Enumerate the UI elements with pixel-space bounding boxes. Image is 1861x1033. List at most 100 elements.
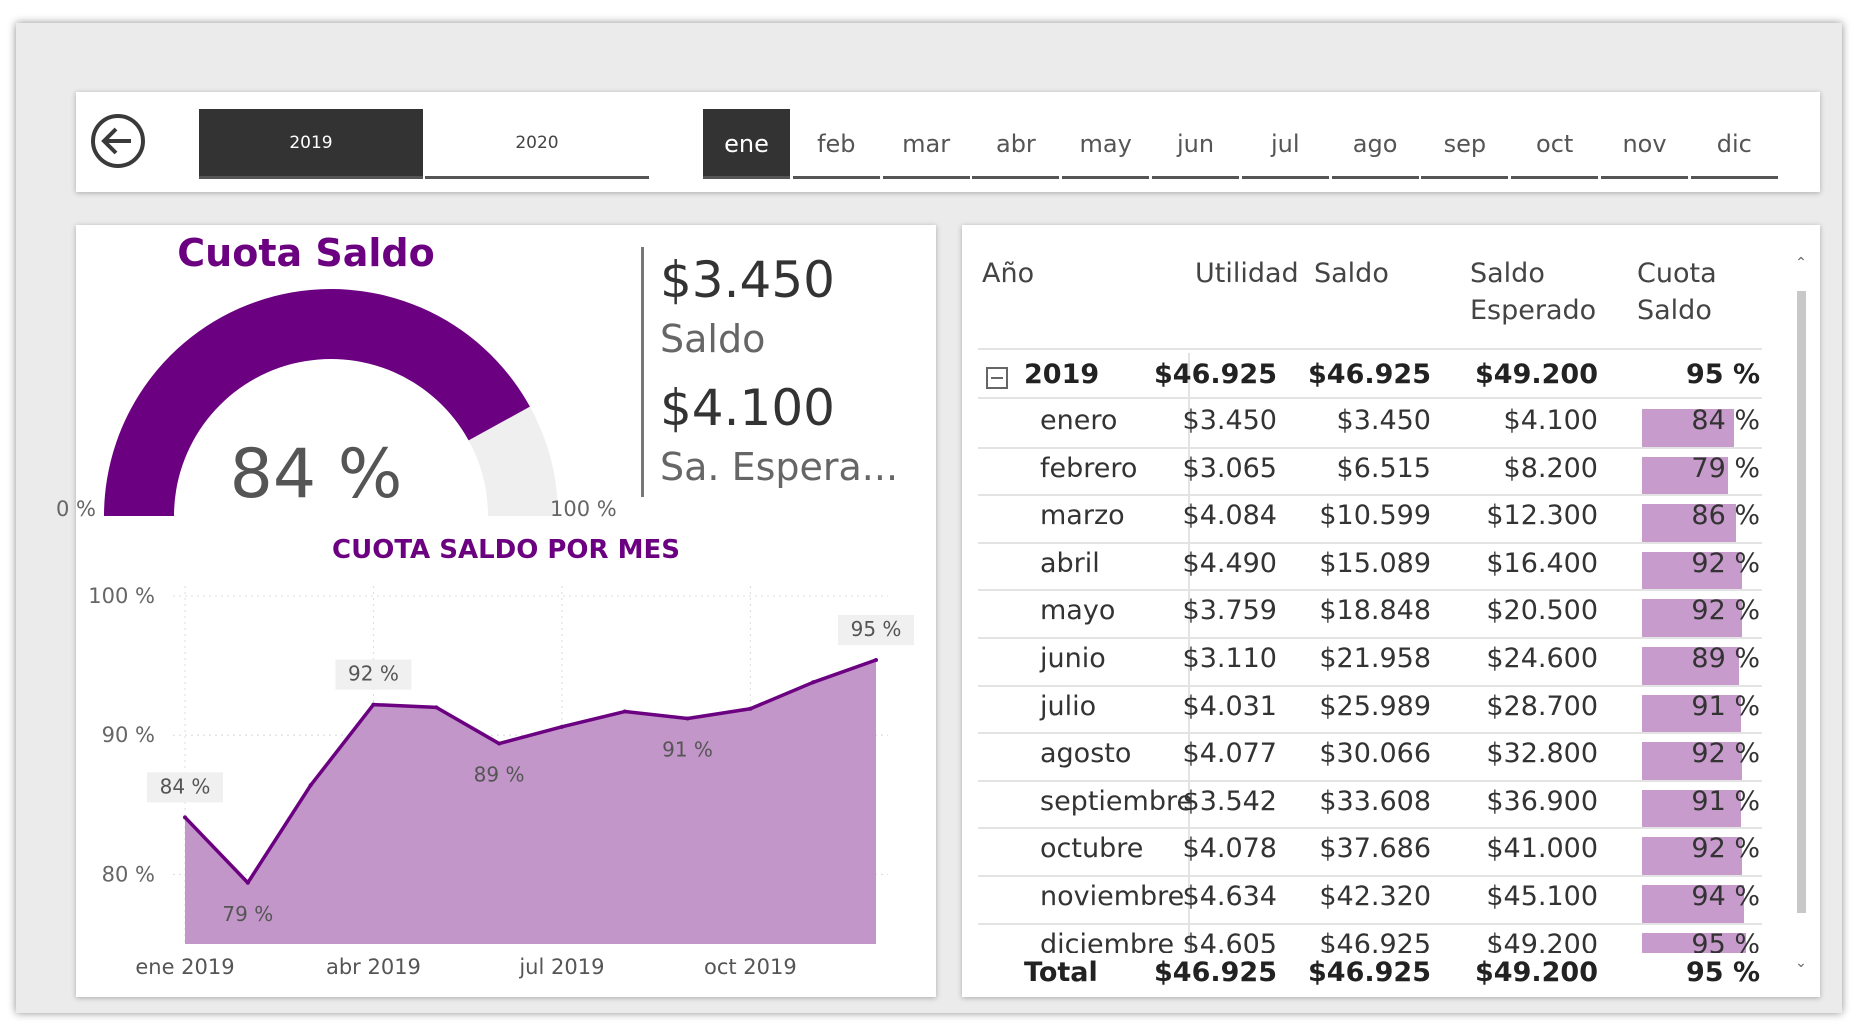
cell-saldo: $10.599	[1319, 500, 1431, 532]
data-label-3: 92 %	[348, 662, 399, 686]
scrollbar-thumb[interactable]	[1797, 291, 1806, 913]
data-point-4[interactable]	[434, 705, 439, 710]
row-label-month[interactable]: mayo	[1040, 595, 1115, 626]
data-point-1[interactable]	[245, 880, 250, 885]
data-point-11[interactable]	[874, 658, 878, 663]
chevron-down-icon[interactable]: ⌄	[1794, 955, 1808, 971]
total-cuota: 95 %	[1685, 957, 1760, 988]
row-divider	[978, 541, 1762, 544]
month-option-11[interactable]: dic	[1690, 109, 1778, 179]
data-point-8[interactable]	[685, 716, 690, 721]
group-utilidad: $46.925	[1154, 359, 1277, 390]
group-label-2019: 2019	[1024, 359, 1100, 390]
row-label-month[interactable]: noviembre	[1040, 881, 1184, 912]
row-divider	[978, 637, 1762, 639]
cell-saldo: $42.320	[1319, 881, 1431, 912]
matrix-table: Año Utilidad Saldo Saldo Esperado Cuota …	[962, 225, 1820, 997]
data-point-3[interactable]	[371, 702, 376, 707]
cell-saldo: $18.848	[1319, 595, 1431, 627]
data-point-0[interactable]	[183, 815, 187, 820]
data-point-10[interactable]	[811, 680, 816, 685]
col-header-cuota-saldo[interactable]: Cuota Saldo	[1637, 255, 1717, 329]
row-label-month[interactable]: julio	[1040, 691, 1096, 722]
cell-esperado: $12.300	[1486, 500, 1598, 532]
cell-saldo: $37.686	[1319, 833, 1431, 865]
row-label-month[interactable]: marzo	[1040, 500, 1125, 531]
month-option-1[interactable]: feb	[792, 109, 880, 179]
year-option-1[interactable]: 2020	[425, 109, 649, 179]
cell-esperado: $4.100	[1503, 405, 1598, 436]
row-divider	[978, 779, 1762, 782]
cell-esperado: $28.700	[1486, 690, 1598, 722]
cell-cuota: 92 %	[1691, 833, 1760, 865]
cell-utilidad: $4.634	[1182, 881, 1277, 912]
row-divider	[978, 589, 1762, 592]
col-header-cuota-saldo-line2: Saldo	[1637, 295, 1712, 326]
row-divider	[978, 827, 1762, 830]
cell-esperado: $36.900	[1486, 785, 1598, 817]
group-divider	[978, 397, 1762, 399]
row-label-month[interactable]: febrero	[1040, 453, 1137, 484]
row-divider	[978, 684, 1762, 687]
cell-utilidad: $3.759	[1182, 595, 1277, 627]
collapse-minus-icon[interactable]	[986, 367, 1008, 389]
cell-utilidad: $4.031	[1182, 690, 1277, 722]
row-label-month[interactable]: octubre	[1040, 833, 1143, 864]
row-label-month[interactable]: abril	[1040, 548, 1100, 579]
data-point-7[interactable]	[622, 709, 627, 714]
cell-utilidad: $3.450	[1182, 405, 1277, 436]
data-point-9[interactable]	[748, 706, 753, 711]
x-tick-label: jul 2019	[518, 955, 604, 979]
row-label-month[interactable]: enero	[1040, 405, 1117, 436]
month-option-5[interactable]: jun	[1152, 109, 1239, 179]
cell-utilidad: $4.077	[1182, 738, 1277, 770]
row-divider	[978, 922, 1762, 925]
col-header-utilidad[interactable]: Utilidad	[1195, 255, 1299, 292]
month-option-6[interactable]: jul	[1241, 109, 1329, 179]
date-slicer-bar: 2019 2020 ene feb mar abr may jun jul ago sep oct n…	[76, 92, 1820, 192]
cell-utilidad: $4.084	[1182, 500, 1277, 532]
data-label-8: 91 %	[662, 737, 713, 761]
month-option-9[interactable]: oct	[1511, 109, 1599, 179]
month-option-0[interactable]: ene	[703, 109, 790, 179]
cell-cuota: 84 %	[1691, 405, 1760, 436]
data-point-5[interactable]	[497, 741, 502, 746]
month-option-10[interactable]: nov	[1601, 109, 1688, 179]
col-header-saldo-esperado[interactable]: Saldo Esperado	[1470, 255, 1596, 329]
month-option-3[interactable]: abr	[972, 109, 1060, 179]
cell-cuota: 94 %	[1691, 881, 1760, 912]
cell-cuota: 89 %	[1691, 643, 1760, 674]
month-option-2[interactable]: mar	[882, 109, 970, 179]
cell-saldo: $30.066	[1319, 738, 1431, 770]
back-arrow-icon	[101, 127, 131, 155]
cell-cuota: 86 %	[1691, 500, 1760, 532]
total-esperado: $49.200	[1475, 957, 1598, 988]
x-tick-label: oct 2019	[704, 955, 797, 979]
cell-saldo: $3.450	[1336, 405, 1431, 436]
group-esperado: $49.200	[1475, 359, 1598, 390]
cell-saldo: $21.958	[1319, 643, 1431, 674]
col-header-saldo[interactable]: Saldo	[1314, 255, 1389, 292]
month-option-7[interactable]: ago	[1331, 109, 1419, 179]
data-point-6[interactable]	[559, 724, 564, 729]
chevron-up-icon[interactable]: ⌃	[1794, 255, 1808, 271]
cell-cuota: 91 %	[1691, 690, 1760, 722]
report-canvas: 2019 2020 ene feb mar abr may jun jul ago sep oct n…	[16, 23, 1842, 1013]
cell-saldo: $25.989	[1319, 690, 1431, 722]
month-option-8[interactable]: sep	[1421, 109, 1509, 179]
col-header-anio[interactable]: Año	[982, 255, 1034, 292]
data-point-2[interactable]	[308, 783, 313, 788]
cell-esperado: $45.100	[1486, 881, 1598, 912]
row-label-month[interactable]: agosto	[1040, 738, 1131, 769]
cell-esperado: $32.800	[1486, 738, 1598, 770]
header-divider	[978, 348, 1762, 350]
y-tick-label: 80 %	[102, 862, 155, 886]
group-cuota: 95 %	[1685, 359, 1760, 390]
row-label-month[interactable]: junio	[1040, 643, 1106, 674]
cell-saldo: $33.608	[1319, 785, 1431, 817]
year-option-0[interactable]: 2019	[199, 109, 423, 179]
total-utilidad: $46.925	[1154, 957, 1277, 988]
month-option-4[interactable]: may	[1062, 109, 1150, 179]
back-button[interactable]	[91, 114, 145, 168]
row-label-month[interactable]: septiembre	[1040, 786, 1193, 817]
